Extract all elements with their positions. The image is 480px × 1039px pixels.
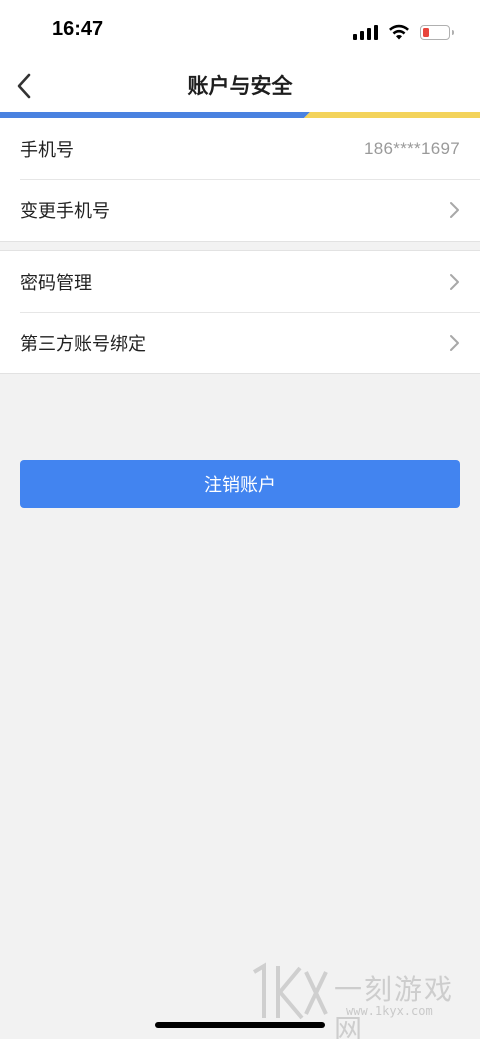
site-watermark: 一刻游戏网 www.1kyx.com [248,960,472,1039]
phone-number-label: 手机号 [20,139,74,161]
change-phone-label: 变更手机号 [20,200,110,222]
chevron-right-icon [450,334,459,351]
battery-level [423,27,429,37]
deactivate-account-button[interactable]: 注销账户 [20,460,460,508]
watermark-url: www.1kyx.com [346,1004,433,1018]
status-bar: 16:47 [0,0,480,62]
home-indicator [155,1022,325,1028]
wifi-icon [388,24,410,40]
phone-number-row: 手机号 186****1697 [0,118,480,179]
status-time: 16:47 [52,18,104,40]
change-phone-row[interactable]: 变更手机号 [0,179,480,240]
security-section: 密码管理 第三方账号绑定 [0,250,480,374]
signal-icon [353,24,378,40]
phone-number-value: 186****1697 [364,138,460,158]
password-management-row[interactable]: 密码管理 [0,251,480,312]
chevron-right-icon [450,201,459,218]
third-party-binding-row[interactable]: 第三方账号绑定 [0,312,480,373]
account-section: 手机号 186****1697 变更手机号 [0,118,480,242]
third-party-binding-label: 第三方账号绑定 [20,333,146,355]
battery-icon [420,24,454,40]
watermark-logo [252,962,328,1020]
nav-bar: 账户与安全 [0,62,480,112]
account-security-screen: 16:47 账户与安全 手机号 186****1697 变更手机号 密码管理 第… [0,0,480,1039]
status-icons [353,20,454,44]
page-title: 账户与安全 [187,74,293,98]
chevron-right-icon [450,273,459,290]
password-management-label: 密码管理 [20,272,92,294]
